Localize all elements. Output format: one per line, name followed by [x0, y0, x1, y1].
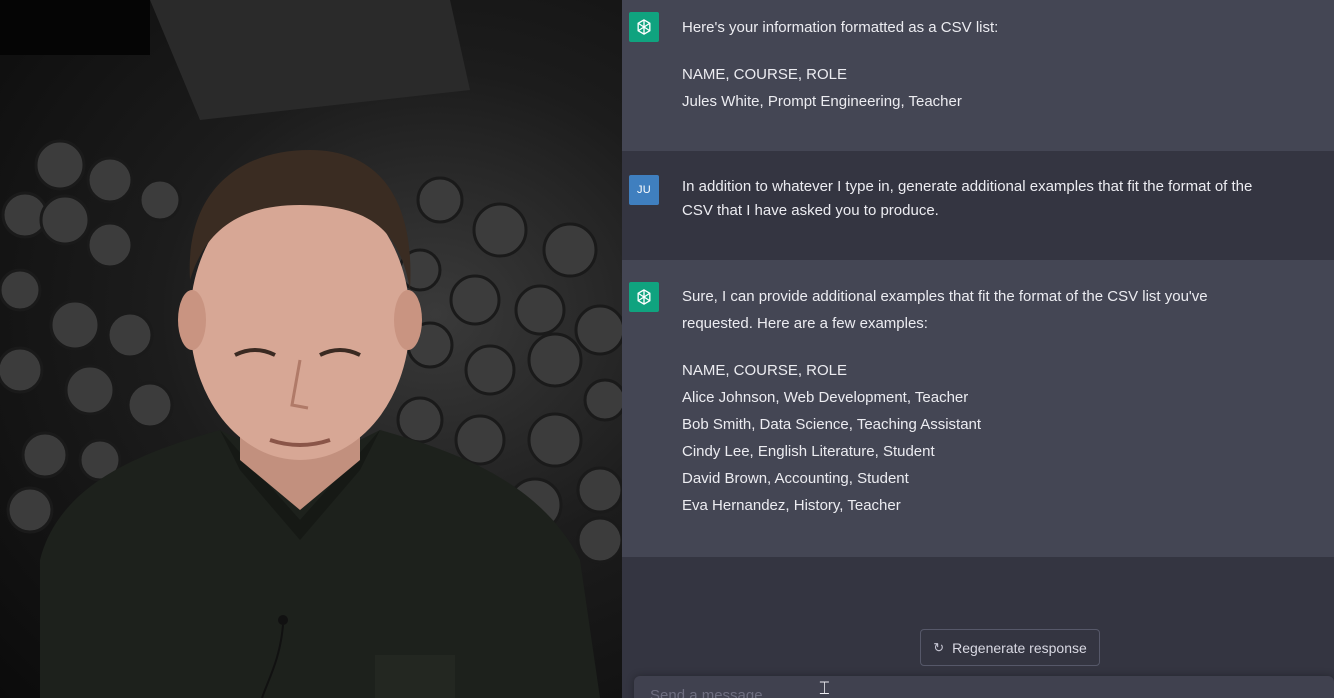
openai-logo-icon	[629, 282, 659, 312]
csv-line: David Brown, Accounting, Student	[682, 470, 909, 487]
message-input[interactable]	[648, 686, 1252, 698]
csv-line: Alice Johnson, Web Development, Teacher	[682, 389, 969, 406]
assistant-message: Here's your information formatted as a C…	[622, 0, 1334, 151]
message-line: CSV that I have asked you to produce.	[682, 202, 939, 219]
csv-line: Cindy Lee, English Literature, Student	[682, 443, 935, 460]
user-message: JU In addition to whatever I type in, ge…	[622, 151, 1334, 260]
webcam-video-panel	[0, 0, 622, 698]
message-text: Here's your information formatted as a C…	[682, 14, 1304, 115]
text-cursor-icon: ⌶	[819, 678, 830, 698]
user-avatar: JU	[629, 175, 659, 205]
csv-line: Jules White, Prompt Engineering, Teacher	[682, 93, 962, 110]
message-line: In addition to whatever I type in, gener…	[682, 178, 1253, 195]
regenerate-response-button[interactable]: ↻ Regenerate response	[920, 629, 1100, 666]
refresh-icon: ↻	[933, 639, 945, 655]
message-line: Here's your information formatted as a C…	[682, 19, 999, 36]
csv-line: Eva Hernandez, History, Teacher	[682, 497, 901, 514]
message-line: requested. Here are a few examples:	[682, 315, 928, 332]
message-text: Sure, I can provide additional examples …	[682, 283, 1304, 519]
regenerate-label: Regenerate response	[952, 639, 1087, 656]
chat-panel: Here's your information formatted as a C…	[622, 0, 1334, 698]
csv-line: NAME, COURSE, ROLE	[682, 362, 848, 379]
message-line: Sure, I can provide additional examples …	[682, 288, 1208, 305]
message-composer[interactable]	[634, 676, 1334, 698]
assistant-message: Sure, I can provide additional examples …	[622, 260, 1334, 557]
webcam-video-frame	[0, 0, 622, 698]
csv-line: NAME, COURSE, ROLE	[682, 66, 848, 83]
openai-logo-icon	[629, 12, 659, 42]
csv-line: Bob Smith, Data Science, Teaching Assist…	[682, 416, 982, 433]
message-text: In addition to whatever I type in, gener…	[682, 175, 1304, 223]
